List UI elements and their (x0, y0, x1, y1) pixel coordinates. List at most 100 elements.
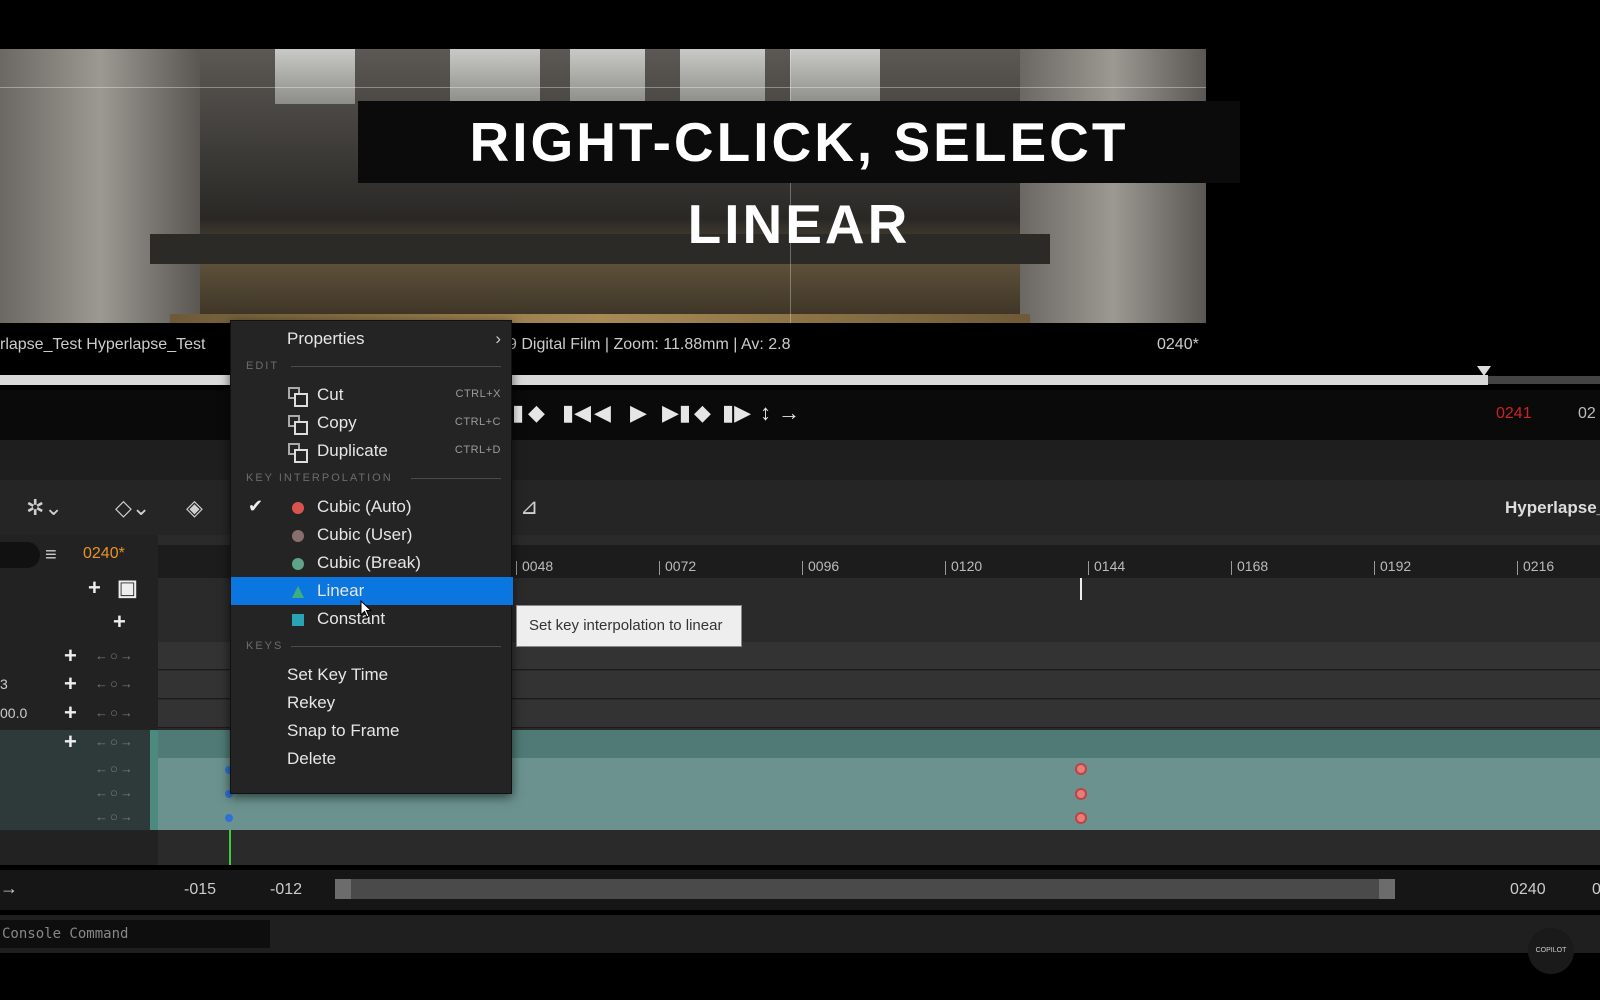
add-track-icon[interactable]: + (88, 575, 101, 601)
key-nav-icon[interactable]: ←○→ (95, 676, 135, 691)
track-value[interactable]: 00.0 (0, 705, 27, 721)
cut-icon (288, 387, 308, 407)
keyframe-selected[interactable] (1075, 812, 1087, 824)
ruler-tick (659, 561, 660, 575)
track-search-input[interactable] (0, 542, 40, 568)
menu-section-header: EDIT (246, 360, 280, 372)
ruler-tick (516, 561, 517, 575)
range-slider[interactable] (335, 879, 1395, 899)
menu-item-cubic-auto[interactable]: ✔ Cubic (Auto) (231, 493, 513, 521)
range-start-a[interactable]: -015 (184, 881, 216, 899)
menu-item-copy[interactable]: Copy CTRL+C (231, 409, 513, 437)
menu-item-label: Cubic (Auto) (317, 497, 412, 516)
menu-item-label: Snap to Frame (287, 721, 400, 740)
range-slider-start-handle[interactable] (335, 879, 351, 899)
plus-icon[interactable]: + (113, 609, 126, 635)
menu-item-cut[interactable]: Cut CTRL+X (231, 381, 513, 409)
key-nav-icon[interactable]: ←○→ (95, 785, 135, 800)
range-start-b[interactable]: -012 (270, 881, 302, 899)
jump-to-end-icon[interactable]: ▮▶ (722, 400, 751, 426)
playhead[interactable] (1080, 578, 1082, 600)
ruler-label: 0144 (1094, 558, 1126, 574)
cubic-user-icon (292, 530, 304, 542)
jump-to-start-icon[interactable]: ▮ (512, 400, 524, 426)
menu-item-label: Cubic (Break) (317, 553, 421, 572)
key-nav-icon[interactable]: ←○→ (95, 648, 135, 663)
menu-item-label: Constant (317, 609, 386, 628)
menu-item-label: Set Key Time (287, 665, 389, 684)
ruler-label: 0168 (1237, 558, 1269, 574)
menu-item-cubic-user[interactable]: Cubic (User) (231, 521, 513, 549)
keyframe-selected[interactable] (1075, 763, 1087, 775)
menu-item-label: Properties (287, 329, 365, 348)
mouse-cursor-icon (360, 600, 373, 618)
key-nav-icon[interactable]: ←○→ (95, 734, 135, 749)
plus-icon[interactable]: + (64, 671, 77, 697)
auto-key-icon[interactable]: ◈ (186, 495, 203, 521)
menu-item-label: Delete (287, 749, 337, 768)
keyframe-selected[interactable] (1075, 788, 1087, 800)
viewport-window (680, 49, 765, 104)
menu-item-set-key-time[interactable]: Set Key Time (231, 661, 513, 689)
menu-shortcut: CTRL+D (454, 444, 501, 456)
copilot-watermark: COPILOT (1528, 928, 1574, 974)
viewport-guide-line (0, 87, 1206, 88)
ruler-tick (1517, 561, 1518, 575)
constant-icon (292, 614, 304, 626)
ruler-label: 0096 (808, 558, 840, 574)
ruler-label: 0072 (665, 558, 697, 574)
menu-item-label: Duplicate (317, 441, 388, 460)
menu-item-label: Cut (317, 385, 344, 404)
step-forward-icon[interactable]: ▶▮ (662, 400, 691, 426)
key-icon[interactable]: ◇⌄ (115, 495, 150, 521)
viewport-window (570, 49, 645, 104)
key-nav-icon[interactable]: ←○→ (95, 761, 135, 776)
menu-section-header: KEY INTERPOLATION (246, 472, 393, 484)
context-menu: Properties › EDIT Cut CTRL+X Copy CTRL+C… (230, 320, 513, 794)
plus-icon[interactable]: + (64, 729, 77, 755)
filter-icon[interactable]: ≡ (45, 544, 57, 567)
scrub-head[interactable] (1477, 366, 1491, 376)
next-key-icon[interactable]: ◆ (694, 400, 711, 426)
ruler-label: 0216 (1523, 558, 1555, 574)
loop-icon[interactable]: → (778, 400, 800, 426)
ruler-label: 0120 (951, 558, 983, 574)
menu-item-rekey[interactable]: Rekey (231, 689, 513, 717)
prev-key-icon[interactable]: ◆ (528, 400, 545, 426)
menu-item-cubic-break[interactable]: Cubic (Break) (231, 549, 513, 577)
play-icon[interactable]: ▶ (630, 400, 647, 426)
viewport-window (450, 49, 540, 104)
menu-item-snap-to-frame[interactable]: Snap to Frame (231, 717, 513, 745)
current-frame[interactable]: 0240* (83, 545, 125, 563)
current-frame-red: 0241 (1496, 405, 1532, 422)
start-marker[interactable] (229, 830, 231, 865)
range-slider-end-handle[interactable] (1379, 879, 1395, 899)
key-nav-icon[interactable]: ←○→ (95, 705, 135, 720)
linear-icon (292, 586, 304, 598)
range-end-cut[interactable]: 0 (1592, 881, 1600, 899)
step-back-icon[interactable]: ▮◀ (562, 400, 591, 426)
selected-track-indicator (150, 730, 158, 830)
menu-item-properties[interactable]: Properties › (231, 325, 513, 353)
range-end[interactable]: 0240 (1510, 881, 1546, 899)
scrub-bar[interactable] (0, 375, 1488, 385)
camera-icon[interactable]: ▣ (117, 575, 138, 601)
scrub-bar-remaining[interactable] (1488, 376, 1600, 384)
play-reverse-icon[interactable]: ◀ (594, 400, 611, 426)
viewport[interactable] (0, 49, 1206, 323)
plus-icon[interactable]: + (64, 700, 77, 726)
plus-icon[interactable]: + (64, 643, 77, 669)
record-icon[interactable]: ↕ (760, 400, 771, 426)
track-value[interactable]: 3 (0, 676, 8, 692)
menu-item-delete[interactable]: Delete (231, 745, 513, 773)
curve-editor-icon[interactable]: ⊿ (520, 494, 538, 520)
keyframe[interactable] (225, 814, 233, 822)
sequence-name[interactable]: Hyperlapse_T (1505, 498, 1600, 518)
arrow-right-icon[interactable]: → (0, 878, 18, 899)
console-command-input[interactable]: Console Command (0, 920, 270, 948)
duplicate-icon (288, 443, 308, 463)
key-nav-icon[interactable]: ←○→ (95, 809, 135, 824)
menu-item-duplicate[interactable]: Duplicate CTRL+D (231, 437, 513, 465)
settings-icon[interactable]: ✲⌄ (26, 495, 63, 521)
menu-item-label: Rekey (287, 693, 336, 712)
